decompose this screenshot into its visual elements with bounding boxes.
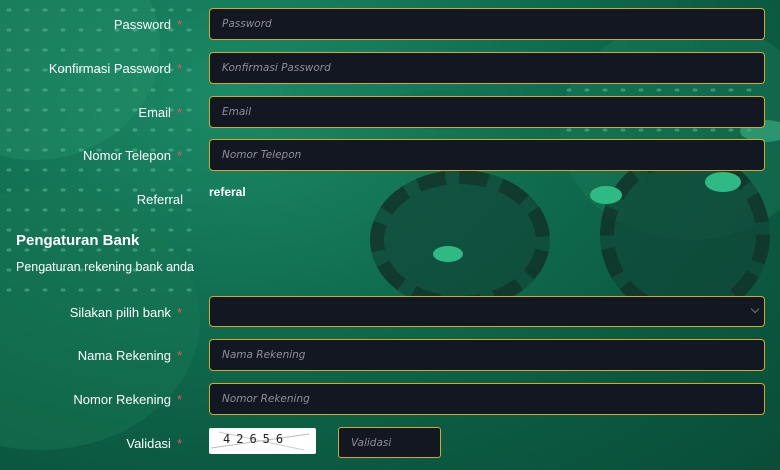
confirm-password-input[interactable] <box>209 52 765 84</box>
referral-value: referal <box>209 185 246 199</box>
required-star: * <box>176 392 182 407</box>
required-star: * <box>176 105 182 120</box>
validation-label: Validasi * <box>126 436 182 451</box>
bank-select[interactable] <box>209 296 765 327</box>
account-name-label: Nama Rekening * <box>77 348 182 363</box>
captcha-input[interactable] <box>338 427 441 458</box>
referral-label: Referral <box>136 192 183 207</box>
required-star: * <box>176 305 182 320</box>
chevron-down-icon <box>750 304 760 314</box>
required-star: * <box>176 61 182 76</box>
required-star: * <box>176 148 182 163</box>
select-bank-label: Silakan pilih bank * <box>69 305 182 320</box>
email-label: Email * <box>138 105 182 120</box>
email-input[interactable] <box>209 96 765 128</box>
account-number-input[interactable] <box>209 383 765 415</box>
password-label: Password * <box>113 17 182 32</box>
confirm-password-label: Konfirmasi Password * <box>48 61 182 76</box>
phone-label: Nomor Telepon * <box>83 148 182 163</box>
required-star: * <box>176 17 182 32</box>
account-name-input[interactable] <box>209 339 765 371</box>
account-number-label: Nomor Rekening * <box>73 392 182 407</box>
captcha-image: 42656 <box>209 428 316 454</box>
bank-section-title: Pengaturan Bank <box>16 232 140 249</box>
required-star: * <box>176 436 182 451</box>
captcha-code: 42656 <box>223 432 290 446</box>
phone-input[interactable] <box>209 139 765 171</box>
required-star: * <box>176 348 182 363</box>
bank-section-subtitle: Pengaturan rekening bank anda <box>16 260 194 274</box>
password-input[interactable] <box>209 8 765 40</box>
